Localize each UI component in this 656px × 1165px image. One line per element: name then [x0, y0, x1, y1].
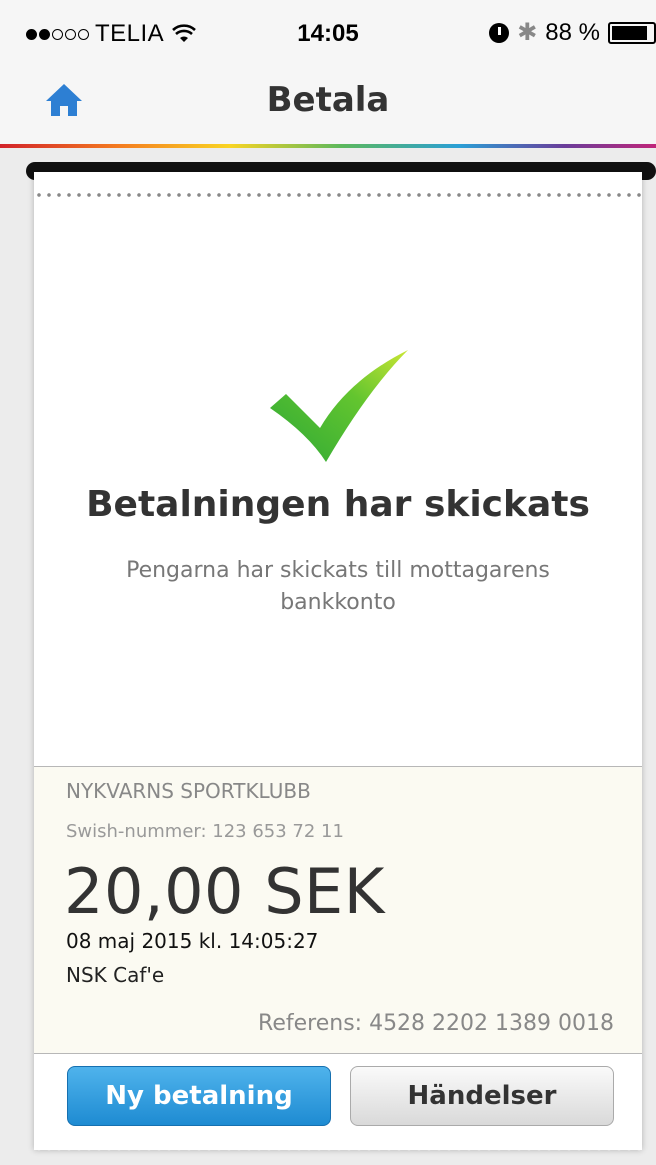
- payment-reference: Referens: 4528 2202 1389 0018: [258, 1011, 614, 1036]
- bluetooth-icon: ✱: [517, 19, 538, 46]
- status-right: ✱ 88 %: [489, 18, 656, 47]
- battery-icon: [608, 21, 656, 44]
- merchant-name: NYKVARNS SPORTKLUBB: [66, 779, 311, 803]
- checkmark-icon: [270, 350, 408, 462]
- nav-bar: Betala: [0, 62, 656, 144]
- perforation-bottom: [34, 1146, 642, 1154]
- perforation-top: [34, 192, 642, 198]
- events-button[interactable]: Händelser: [350, 1066, 614, 1126]
- receipt: Betalningen har skickats Pengarna har sk…: [34, 172, 642, 1150]
- success-message: Pengarna har skickats till mottagarens b…: [126, 558, 550, 615]
- status-bar: TELIA 14:05 ✱ 88 %: [0, 0, 656, 62]
- new-payment-button[interactable]: Ny betalning: [67, 1066, 331, 1126]
- action-bar: Ny betalning Händelser: [34, 1053, 642, 1150]
- alarm-icon: [489, 22, 510, 43]
- page-title: Betala: [266, 80, 390, 120]
- payment-amount: 20,00 SEK: [64, 855, 385, 928]
- payment-message: NSK Caf'e: [66, 963, 165, 987]
- payment-date: 08 maj 2015 kl. 14:05:27: [66, 929, 319, 953]
- rainbow-divider: [0, 144, 656, 148]
- battery-percent: 88 %: [545, 18, 600, 46]
- payment-details: NYKVARNS SPORTKLUBB Swish-nummer: 123 65…: [34, 766, 642, 1053]
- swish-number: Swish-nummer: 123 653 72 11: [66, 821, 344, 842]
- success-title: Betalningen har skickats: [86, 484, 590, 525]
